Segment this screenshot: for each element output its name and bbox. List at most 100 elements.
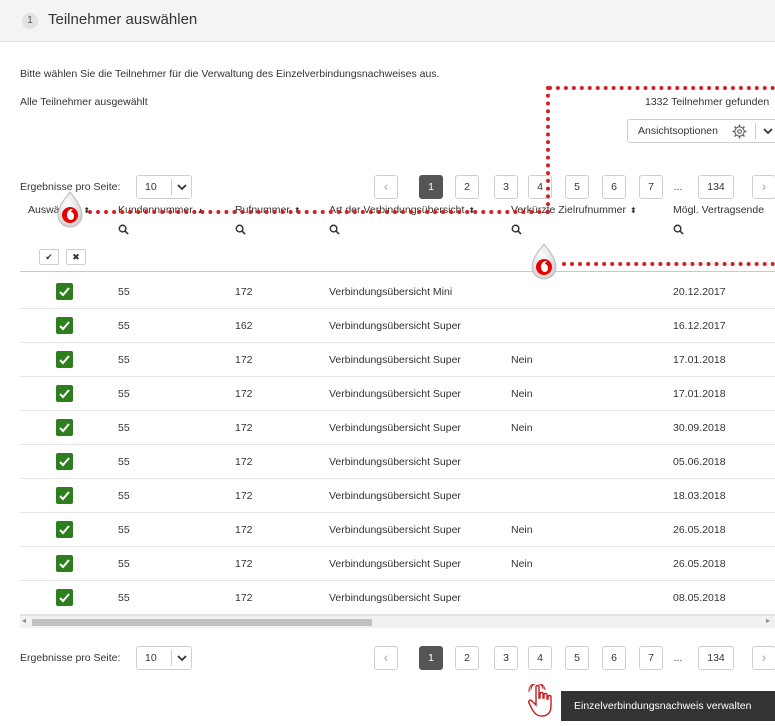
page-last-button[interactable]: 134	[698, 175, 734, 199]
table-row[interactable]: 55 172 Verbindungsübersicht Super 05.06.…	[20, 445, 775, 479]
table-header-divider	[20, 271, 775, 272]
page-5-button[interactable]: 5	[565, 646, 589, 670]
row-checkbox[interactable]	[56, 589, 73, 606]
chevron-down-icon	[763, 128, 773, 135]
row-checkbox[interactable]	[56, 283, 73, 300]
cell-vertragsende: 30.09.2018	[673, 422, 726, 434]
view-options-button[interactable]: Ansichtsoptionen	[627, 119, 775, 143]
page-4-button[interactable]: 4	[528, 646, 552, 670]
cell-kundennummer: 55	[118, 490, 130, 502]
table-row[interactable]: 55 162 Verbindungsübersicht Super 16.12.…	[20, 309, 775, 343]
page-last-button[interactable]: 134	[698, 646, 734, 670]
horizontal-scrollbar[interactable]: ◂ ▸	[20, 615, 775, 628]
table-row[interactable]: 55 172 Verbindungsübersicht Super Nein 2…	[20, 513, 775, 547]
cell-vertragsende: 17.01.2018	[673, 388, 726, 400]
cell-art: Verbindungsübersicht Super	[329, 558, 461, 570]
table-row[interactable]: 55 172 Verbindungsübersicht Super Nein 1…	[20, 377, 775, 411]
annotation-line	[548, 86, 775, 90]
vodafone-marker-icon	[531, 243, 557, 280]
pagination-next-button[interactable]: ›	[752, 646, 775, 670]
row-checkbox[interactable]	[56, 453, 73, 470]
page-3-button[interactable]: 3	[494, 646, 518, 670]
cell-vertragsende: 20.12.2017	[673, 286, 726, 298]
annotation-line	[88, 210, 550, 214]
table-row[interactable]: 55 172 Verbindungsübersicht Super Nein 2…	[20, 547, 775, 581]
page-3-button[interactable]: 3	[494, 175, 518, 199]
page-7-button[interactable]: 7	[639, 646, 663, 670]
scroll-left-arrow-icon[interactable]: ◂	[22, 616, 26, 625]
table-row[interactable]: 55 172 Verbindungsübersicht Super 18.03.…	[20, 479, 775, 513]
cell-rufnummer: 172	[235, 388, 253, 400]
pagination-ellipsis: ...	[673, 652, 683, 664]
intro-text: Bitte wählen Sie die Teilnehmer für die …	[20, 68, 440, 80]
row-checkbox[interactable]	[56, 555, 73, 572]
page-6-button[interactable]: 6	[602, 646, 626, 670]
search-icon[interactable]	[329, 224, 340, 235]
cell-rufnummer: 172	[235, 422, 253, 434]
cell-vertragsende: 08.05.2018	[673, 592, 726, 604]
cell-kundennummer: 55	[118, 320, 130, 332]
cell-kundennummer: 55	[118, 388, 130, 400]
cell-rufnummer: 172	[235, 354, 253, 366]
row-checkbox[interactable]	[56, 487, 73, 504]
table-row[interactable]: 55 172 Verbindungsübersicht Super Nein 1…	[20, 343, 775, 377]
step-number-badge: 1	[22, 13, 38, 29]
search-icon[interactable]	[235, 224, 246, 235]
page-6-button[interactable]: 6	[602, 175, 626, 199]
cell-kundennummer: 55	[118, 456, 130, 468]
row-checkbox[interactable]	[56, 317, 73, 334]
search-icon[interactable]	[673, 224, 684, 235]
row-checkbox[interactable]	[56, 385, 73, 402]
pagination-prev-button[interactable]: ‹	[374, 646, 398, 670]
search-icon[interactable]	[118, 224, 129, 235]
deselect-all-button[interactable]: ✖	[66, 249, 86, 265]
cell-rufnummer: 172	[235, 286, 253, 298]
page-2-button[interactable]: 2	[455, 175, 479, 199]
section-title: Teilnehmer auswählen	[48, 11, 198, 28]
cell-rufnummer: 172	[235, 524, 253, 536]
page-2-button[interactable]: 2	[455, 646, 479, 670]
cell-vertragsende: 17.01.2018	[673, 354, 726, 366]
per-page-label: Ergebnisse pro Seite:	[20, 652, 121, 664]
divider	[171, 179, 172, 195]
checkmark-icon	[59, 321, 70, 331]
manage-itemized-bill-button[interactable]: Einzelverbindungsnachweis verwalten	[561, 691, 775, 721]
cell-verkuerzt: Nein	[511, 524, 533, 536]
divider	[755, 123, 756, 139]
select-all-button[interactable]: ✔	[39, 249, 59, 265]
checkmark-icon	[59, 355, 70, 365]
view-options-label: Ansichtsoptionen	[638, 125, 718, 137]
column-header-vertragsende[interactable]: Mögl. Vertragsende	[673, 204, 764, 216]
search-icon[interactable]	[511, 224, 522, 235]
table-row[interactable]: 55 172 Verbindungsübersicht Mini 20.12.2…	[20, 275, 775, 309]
per-page-select[interactable]: 10	[136, 646, 192, 670]
row-checkbox[interactable]	[56, 351, 73, 368]
row-checkbox[interactable]	[56, 521, 73, 538]
scrollbar-thumb[interactable]	[32, 619, 372, 626]
row-checkbox[interactable]	[56, 419, 73, 436]
page-1-button[interactable]: 1	[419, 646, 443, 670]
cell-vertragsende: 16.12.2017	[673, 320, 726, 332]
checkmark-icon	[59, 457, 70, 467]
chevron-down-icon	[177, 655, 187, 662]
sort-icon: ⬍	[629, 206, 637, 215]
page-7-button[interactable]: 7	[639, 175, 663, 199]
cell-art: Verbindungsübersicht Super	[329, 354, 461, 366]
divider	[171, 650, 172, 666]
checkmark-icon	[59, 593, 70, 603]
per-page-select[interactable]: 10	[136, 175, 192, 199]
pagination-prev-button[interactable]: ‹	[374, 175, 398, 199]
table-row[interactable]: 55 172 Verbindungsübersicht Super 08.05.…	[20, 581, 775, 615]
scroll-right-arrow-icon[interactable]: ▸	[766, 616, 770, 625]
table-row[interactable]: 55 172 Verbindungsübersicht Super Nein 3…	[20, 411, 775, 445]
per-page-value: 10	[145, 181, 157, 193]
pagination-next-button[interactable]: ›	[752, 175, 775, 199]
cell-kundennummer: 55	[118, 422, 130, 434]
page-1-button[interactable]: 1	[419, 175, 443, 199]
cell-kundennummer: 55	[118, 524, 130, 536]
vodafone-marker-icon	[57, 191, 83, 228]
page-5-button[interactable]: 5	[565, 175, 589, 199]
cell-vertragsende: 18.03.2018	[673, 490, 726, 502]
gear-icon	[732, 124, 747, 139]
cell-rufnummer: 172	[235, 456, 253, 468]
